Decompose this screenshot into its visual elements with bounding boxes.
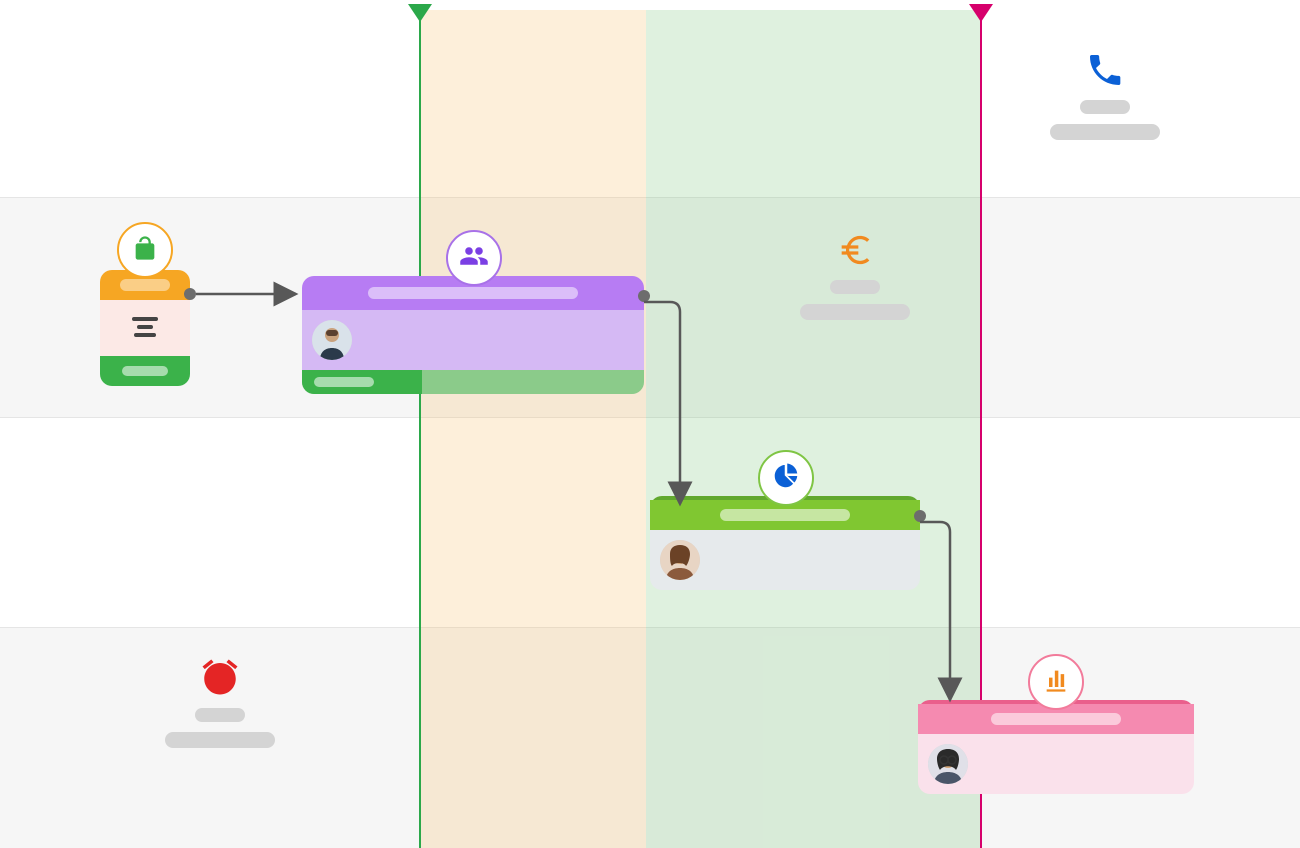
- badge-pie: [758, 450, 814, 506]
- avatar: [312, 320, 352, 360]
- skeleton-block-euro: [800, 230, 910, 320]
- avatar: [660, 540, 700, 580]
- skeleton-line: [165, 732, 275, 748]
- card-body: [918, 734, 1194, 794]
- card-segment-bot: [100, 356, 190, 386]
- card-body: [302, 310, 644, 370]
- align-center-icon: [132, 317, 158, 339]
- skeleton-line: [1050, 124, 1160, 140]
- timeline-band-orange: [420, 10, 646, 848]
- card-body: [650, 530, 920, 590]
- marker-handle-green[interactable]: [408, 4, 432, 22]
- unlock-icon: [131, 234, 159, 267]
- task-card-pink[interactable]: [918, 700, 1194, 794]
- skeleton-line: [1080, 100, 1130, 114]
- pie-chart-icon: [771, 461, 801, 496]
- skeleton-line: [195, 708, 245, 722]
- skeleton-block-alarm: [165, 656, 275, 748]
- badge-unlock: [117, 222, 173, 278]
- badge-people: [446, 230, 502, 286]
- badge-bar: [1028, 654, 1084, 710]
- bar-chart-icon: [1042, 666, 1070, 699]
- skeleton-block-phone: [1050, 50, 1160, 140]
- skeleton-line: [800, 304, 910, 320]
- marker-line-green[interactable]: [419, 14, 421, 848]
- card-progress-fill: [302, 370, 422, 394]
- skeleton-line: [830, 280, 880, 294]
- euro-icon: [835, 230, 875, 270]
- task-card-green[interactable]: [650, 496, 920, 590]
- task-card-stacked[interactable]: [100, 270, 190, 386]
- alarm-icon: [199, 656, 241, 698]
- avatar: [928, 744, 968, 784]
- task-card-purple[interactable]: [302, 276, 644, 394]
- phone-icon: [1085, 50, 1125, 90]
- card-progress: [302, 370, 644, 394]
- people-icon: [459, 241, 489, 276]
- marker-handle-pink[interactable]: [969, 4, 993, 22]
- card-segment-mid: [100, 300, 190, 356]
